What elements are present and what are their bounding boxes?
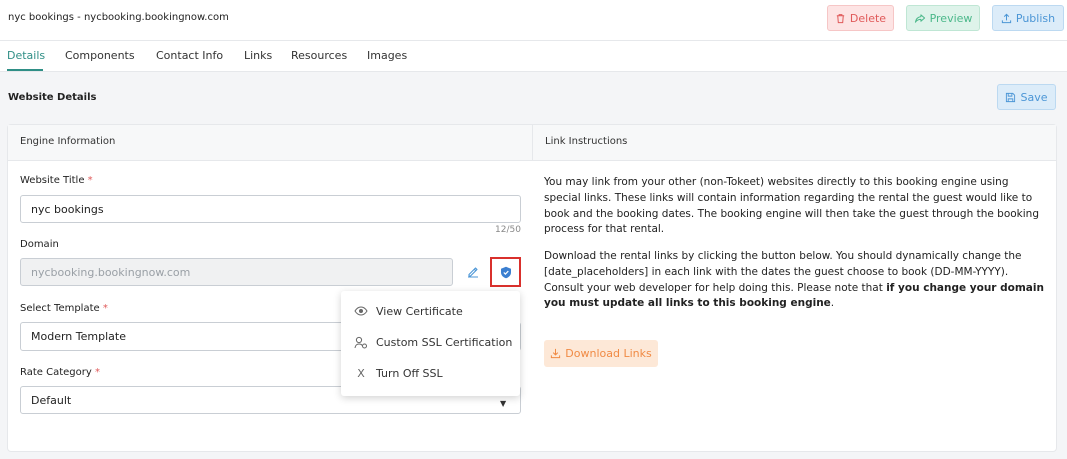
tab-resources[interactable]: Resources [291,49,347,62]
preview-button[interactable]: Preview [906,5,980,31]
domain-value: nycbooking.bookingnow.com [31,265,191,279]
required-marker: * [87,175,93,186]
ssl-shield-button[interactable] [490,257,521,287]
turn-off-ssl-label: Turn Off SSL [376,366,443,380]
x-icon: X [357,366,365,380]
rate-category-label-text: Rate Category [20,367,92,378]
column-divider [532,125,533,160]
top-bar: nyc bookings - nycbooking.bookingnow.com… [0,0,1067,41]
share-icon [914,13,925,23]
delete-label: Delete [849,11,887,25]
save-label: Save [1020,90,1048,104]
upload-icon [1001,13,1012,23]
engine-information-header: Engine Information [20,136,116,147]
menu-item-custom-ssl[interactable]: Custom SSL Certification [341,327,520,357]
website-title-value: nyc bookings [31,202,104,216]
view-certificate-label: View Certificate [376,304,463,318]
download-icon [551,348,561,359]
website-title-label-text: Website Title [20,175,85,186]
character-counter: 12/50 [495,225,521,235]
website-title-input[interactable]: nyc bookings [20,195,521,223]
tab-links[interactable]: Links [244,49,272,62]
menu-item-view-certificate[interactable]: View Certificate [341,296,520,326]
tab-bar: Details Components Contact Info Links Re… [0,41,1067,72]
save-button[interactable]: Save [997,84,1056,110]
domain-label: Domain [20,239,59,250]
menu-item-turn-off-ssl[interactable]: X Turn Off SSL [341,358,520,388]
tab-details[interactable]: Details [7,49,45,62]
select-template-label-text: Select Template [20,303,100,314]
section-title: Website Details [8,92,97,103]
publish-label: Publish [1015,11,1056,25]
delete-button[interactable]: Delete [827,5,894,31]
preview-label: Preview [929,11,973,25]
required-marker: * [94,367,100,378]
instructions-period: . [830,297,835,310]
chevron-down-icon: ▼ [500,399,507,408]
link-instructions-header: Link Instructions [545,136,628,147]
rate-category-value: Default [31,393,72,407]
tab-components[interactable]: Components [65,49,135,62]
rate-category-label: Rate Category * [20,367,100,378]
tab-images[interactable]: Images [367,49,407,62]
instructions-paragraph-1: You may link from your other (non-Tokeet… [544,176,1039,236]
publish-button[interactable]: Publish [992,5,1064,31]
select-template-label: Select Template * [20,303,108,314]
download-links-label: Download Links [565,347,652,360]
download-links-button[interactable]: Download Links [544,340,658,367]
website-title-label: Website Title * [20,175,93,186]
edit-icon[interactable] [466,265,480,279]
card-header: Engine Information Link Instructions [8,125,1056,161]
custom-ssl-label: Custom SSL Certification [376,335,513,349]
template-value: Modern Template [31,330,126,343]
trash-icon [836,13,845,23]
page-title: nyc bookings - nycbooking.bookingnow.com [8,12,229,23]
ssl-options-menu: View Certificate Custom SSL Certificatio… [341,291,520,396]
shield-check-icon [500,266,511,278]
save-icon [1006,92,1016,102]
tab-contact-info[interactable]: Contact Info [156,49,223,62]
eye-icon [353,304,369,318]
instructions-paragraph-2: Download the rental links by clicking th… [544,249,1044,312]
active-tab-indicator [7,69,43,71]
required-marker: * [102,303,108,314]
user-cert-icon [353,335,369,349]
domain-input: nycbooking.bookingnow.com [20,258,453,286]
